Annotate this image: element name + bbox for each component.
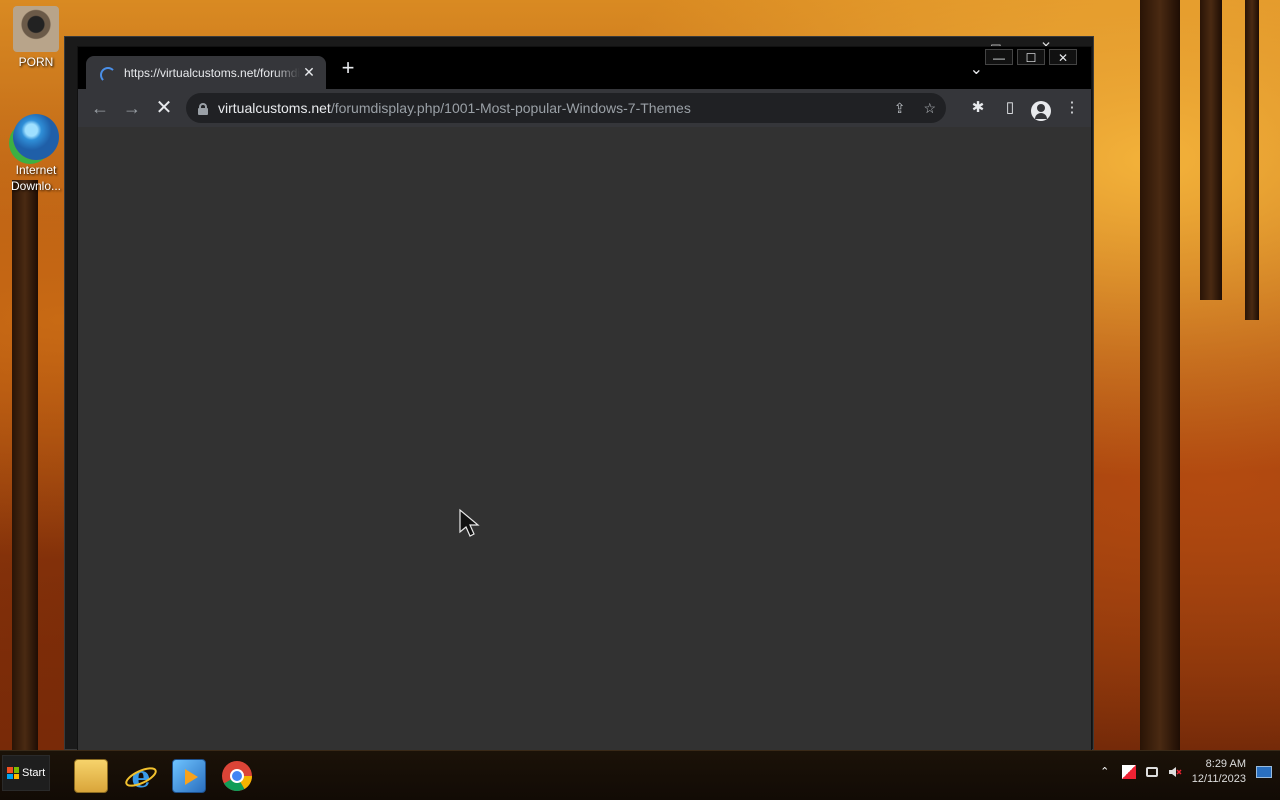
minimize-button[interactable]: —	[985, 49, 1013, 65]
start-label: Start	[22, 767, 46, 779]
svg-text:e: e	[131, 760, 150, 793]
taskbar-chrome-icon[interactable]	[220, 759, 254, 793]
tab-close-icon[interactable]: ✕	[300, 64, 318, 81]
side-panel-icon[interactable]: ▯	[999, 93, 1021, 123]
close-button[interactable]: ✕	[1049, 49, 1077, 65]
lock-icon[interactable]	[198, 102, 208, 115]
browser-toolbar: ← → ✕ virtualcustoms.net /forumdisplay.p…	[78, 89, 1091, 127]
url-path: /forumdisplay.php/1001-Most-popular-Wind…	[330, 100, 691, 116]
toolbar-right: ✱ ▯ ⋮	[967, 93, 1083, 123]
tree-trunk	[12, 180, 38, 750]
desktop-icon-porn[interactable]: PORN	[1, 6, 71, 70]
share-icon[interactable]: ⇪	[894, 100, 906, 117]
network-icon[interactable]	[1145, 767, 1158, 777]
tab-active[interactable]: https://virtualcustoms.net/forumdisplay.…	[86, 56, 326, 89]
tab-search-chevron-icon[interactable]: ⌄	[970, 59, 983, 79]
page-content-blank[interactable]	[78, 127, 1091, 751]
taskbar-internet-explorer-icon[interactable]: e	[124, 759, 158, 795]
windows-logo-icon	[7, 767, 19, 779]
globe-download-icon	[13, 114, 59, 160]
start-button[interactable]: Start	[2, 755, 50, 791]
desktop-icon-label: PORN	[18, 55, 54, 69]
loading-favicon-icon	[98, 65, 116, 83]
system-tray: ⌃ 8:29 AM 12/11/2023	[1098, 757, 1272, 787]
taskbar: Start e ⌃ 8:29 AM 12/11/2023	[0, 750, 1280, 800]
tree-trunk	[1140, 0, 1180, 760]
folder-image-icon	[13, 6, 59, 52]
clock[interactable]: 8:29 AM 12/11/2023	[1192, 757, 1246, 787]
clock-date: 12/11/2023	[1191, 773, 1246, 785]
forward-button[interactable]: →	[116, 92, 148, 124]
tree-trunk	[1245, 0, 1259, 320]
omnibox-actions: ⇪ ☆	[894, 100, 936, 117]
maximize-button[interactable]: ☐	[1017, 49, 1045, 65]
url-host: virtualcustoms.net	[218, 100, 331, 116]
tab-title: https://virtualcustoms.net/forumdisplay.…	[124, 65, 300, 80]
extensions-puzzle-icon[interactable]: ✱	[967, 93, 989, 123]
desktop-icon-label: Internet Downlo...	[10, 163, 62, 193]
bookmark-star-icon[interactable]: ☆	[923, 100, 936, 117]
taskbar-file-explorer-icon[interactable]	[74, 759, 108, 793]
taskbar-media-player-icon[interactable]	[172, 759, 206, 793]
tab-strip: https://virtualcustoms.net/forumdisplay.…	[78, 47, 1091, 89]
mouse-cursor-icon	[459, 508, 480, 537]
show-hidden-icons-chevron-icon[interactable]: ⌃	[1098, 765, 1112, 779]
back-button[interactable]: ←	[84, 92, 116, 124]
browser-window: https://virtualcustoms.net/forumdisplay.…	[77, 46, 1092, 751]
volume-muted-icon[interactable]	[1168, 765, 1182, 779]
window-controls: — ☐ ✕	[985, 49, 1077, 65]
new-tab-button[interactable]: +	[338, 57, 358, 79]
address-bar[interactable]: virtualcustoms.net /forumdisplay.php/100…	[186, 93, 946, 123]
profile-avatar-icon[interactable]	[1031, 100, 1051, 121]
action-center-flag-icon[interactable]	[1121, 765, 1136, 779]
show-desktop-icon[interactable]	[1256, 766, 1272, 778]
desktop-icon-internet-download-manager[interactable]: Internet Downlo...	[1, 114, 71, 194]
stop-loading-button[interactable]: ✕	[148, 92, 180, 124]
menu-kebab-icon[interactable]: ⋮	[1061, 93, 1083, 123]
tree-trunk	[1200, 0, 1222, 300]
clock-time: 8:29 AM	[1205, 758, 1246, 770]
